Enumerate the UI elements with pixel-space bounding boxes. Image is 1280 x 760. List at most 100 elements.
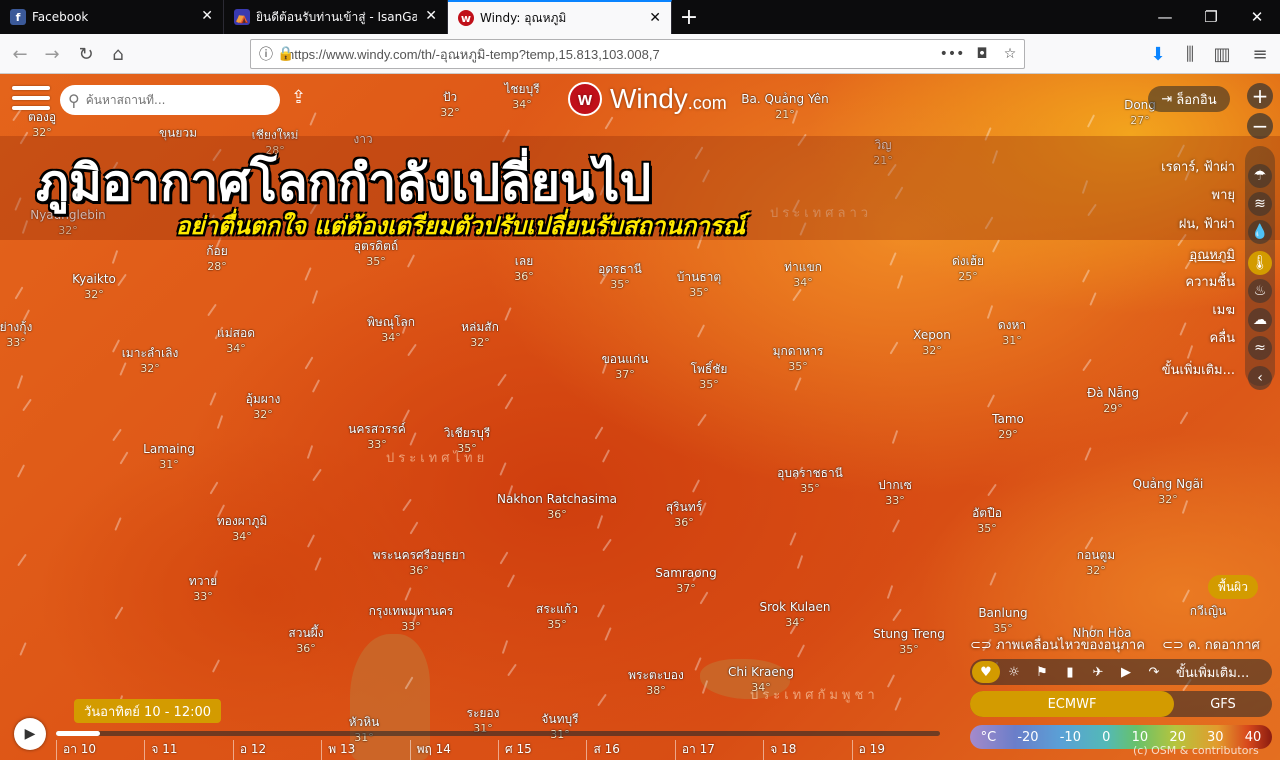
menu-icon[interactable]: ≡ [1246, 40, 1274, 68]
city-label[interactable]: จันทบุรี31° [541, 712, 578, 742]
city-label[interactable]: ดงหา 31° [998, 318, 1026, 348]
cloud-icon[interactable]: ☁ [1248, 308, 1272, 332]
timeline-day[interactable]: อา 17 [674, 740, 763, 760]
chevron-left-icon[interactable]: ‹ [1248, 366, 1272, 390]
tab-windy[interactable]: w Windy: อุณหภูมิ ✕ [448, 0, 672, 34]
city-label[interactable]: Stung Treng 35° [873, 627, 945, 657]
city-label[interactable]: ทองผาภูมิ 34° [217, 514, 268, 544]
city-label[interactable]: Xepon 32° [913, 328, 951, 358]
url-bar[interactable]: ⓘ 🔒 https://www.windy.com/th/-อุณหภูมิ-t… [250, 39, 1025, 69]
city-label[interactable]: ทวาย 33° [189, 574, 217, 604]
downloads-icon[interactable]: ⬇ [1144, 40, 1172, 68]
city-label[interactable]: ไชยบุรี 34° [504, 82, 539, 112]
play-icon[interactable]: ▶ [14, 718, 46, 750]
search-box[interactable]: ⚲ [60, 85, 280, 115]
bookmark-star-icon[interactable]: ☆ [1001, 45, 1019, 63]
rain-icon[interactable]: 💧 [1248, 220, 1272, 244]
layer-chevron-left[interactable]: ขั้นเพิ่มเติม... [1162, 359, 1235, 380]
airplane-icon[interactable]: ✈ [1084, 661, 1112, 683]
city-label[interactable]: ปากเซ 33° [878, 478, 912, 508]
city-label[interactable]: ท่าแขก 34° [784, 260, 822, 290]
city-label[interactable]: แม่สอด 34° [217, 326, 255, 356]
city-label[interactable]: โพธิ์ชัย 35° [691, 362, 728, 392]
layer-waves[interactable]: คลื่น [1209, 327, 1235, 348]
new-tab-button[interactable]: + [672, 0, 706, 34]
city-label[interactable]: Tamo 29° [992, 412, 1024, 442]
timeline-day[interactable]: พ 13 [321, 740, 409, 760]
layer-rain[interactable]: ฝน, ฟ้าผ่า [1179, 213, 1235, 234]
timeline-day[interactable]: อา 10 [56, 740, 144, 760]
city-label[interactable]: หล่มสัก 32° [461, 320, 499, 350]
timeline-bar[interactable] [56, 731, 940, 736]
back-icon[interactable]: ← [6, 40, 34, 68]
city-label[interactable]: กรุงเทพมหานคร 33° [369, 604, 454, 634]
humidity-icon[interactable]: ♨ [1248, 279, 1272, 303]
close-tab-icon[interactable]: ✕ [201, 9, 213, 23]
particle-animation-toggle[interactable]: ⊂⊃ ภาพเคลื่อนไหวของอนุภาค [970, 634, 1145, 655]
close-tab-icon[interactable]: ✕ [649, 11, 661, 25]
hamburger-menu-icon[interactable] [12, 86, 50, 116]
city-label[interactable]: อัตปือ 35° [972, 506, 1002, 536]
isolines-toggle[interactable]: ⊂⊃ ค. กดอากาศ [1162, 634, 1260, 655]
city-label[interactable]: Samraong 37° [655, 566, 717, 596]
layer-cloud[interactable]: เมฆ [1212, 299, 1235, 320]
timeline-day[interactable]: พฤ 14 [409, 740, 498, 760]
city-label[interactable]: Srok Kulaen 34° [760, 600, 831, 630]
info-icon[interactable]: ⓘ [257, 45, 275, 63]
sun-cloud-icon[interactable]: ☼ [1000, 661, 1028, 683]
thermometer-small-icon[interactable]: ▮ [1056, 661, 1084, 683]
city-label[interactable]: Nakhon Ratchasima 36° [497, 492, 617, 522]
login-button[interactable]: ⇥ ล็อกอิน [1148, 86, 1230, 112]
wind-icon[interactable]: ≋ [1248, 192, 1272, 216]
tab-isangate[interactable]: ⛺ ยินดีต้อนรับท่านเข้าสู่ - IsanGate : ✕ [224, 0, 448, 34]
model-ecmwf[interactable]: ECMWF [970, 691, 1174, 717]
share-icon[interactable]: ⇪ [291, 87, 317, 111]
timeline-day[interactable]: ศ 15 [498, 740, 586, 760]
city-label[interactable]: ก้อย 28° [206, 244, 228, 274]
timeline-day[interactable]: ส 16 [586, 740, 674, 760]
restore-icon[interactable]: ❐ [1188, 0, 1234, 34]
city-label[interactable]: Đà Nẵng 29° [1087, 386, 1139, 416]
heart-icon[interactable]: ♥ [972, 661, 1000, 683]
city-label[interactable]: Chi Kraeng 34° [728, 665, 794, 695]
city-label[interactable]: นครสวรรค์ 33° [348, 422, 406, 452]
weather-map[interactable]: ประเทศลาว ประเทศไทย ประเทศกัมพูชา ตองอู 3… [0, 74, 1280, 760]
timeline-day[interactable]: จ 11 [144, 740, 232, 760]
pocket-icon[interactable]: ◘ [973, 45, 991, 63]
current-time-bubble[interactable]: วันอาทิตย์ 10 - 12:00 [74, 699, 222, 723]
city-label[interactable]: Ba. Quảng Yên 21° [741, 92, 828, 122]
page-actions-icon[interactable]: ••• [940, 45, 965, 63]
map-attribution[interactable]: (c) OSM & contributors [1133, 744, 1259, 757]
waves-icon[interactable]: ≈ [1248, 336, 1272, 360]
window-close-icon[interactable]: ✕ [1234, 0, 1280, 34]
city-label[interactable]: พระตะบอง 38° [628, 668, 684, 698]
city-label[interactable]: พระนครศรีอยุธยา 36° [373, 548, 466, 578]
sidebar-icon[interactable]: ▥ [1208, 40, 1236, 68]
city-label[interactable]: สวนผึ้ง 36° [288, 626, 323, 656]
city-label[interactable]: บ้านธาตุ 35° [677, 270, 721, 300]
webcam-icon[interactable]: ▶ [1112, 661, 1140, 683]
city-label[interactable]: สุรินทร์ 36° [666, 500, 702, 530]
model-gfs[interactable]: GFS [1174, 691, 1272, 717]
city-label[interactable]: ขอนแก่น 37° [602, 352, 649, 382]
city-label[interactable]: กอนตูม 32° [1077, 548, 1115, 578]
tab-facebook[interactable]: f Facebook ✕ [0, 0, 224, 34]
layer-radar[interactable]: เรดาร์, ฟ้าผ่า [1161, 156, 1235, 177]
city-label[interactable]: กวีเญิน [1190, 604, 1227, 619]
city-label[interactable]: Kyaikto 32° [72, 272, 116, 302]
city-label[interactable]: เลย 36° [514, 254, 534, 284]
city-label[interactable]: ปัว 32° [440, 90, 460, 120]
city-label[interactable]: อุดรธานี 35° [598, 262, 642, 292]
wind-gust-icon[interactable]: ↷ [1140, 661, 1168, 683]
library-icon[interactable]: ⫼ [1176, 40, 1204, 68]
city-label[interactable]: วิเชียรบุรี 35° [444, 426, 491, 456]
timeline-day[interactable]: จ 18 [763, 740, 851, 760]
timeline-day[interactable]: อ 12 [232, 740, 321, 760]
minimize-icon[interactable]: — [1142, 0, 1188, 34]
timeline-day[interactable]: อ 19 [851, 740, 940, 760]
home-icon[interactable]: ⌂ [104, 40, 132, 68]
flag-icon[interactable]: ⚑ [1028, 661, 1056, 683]
zoom-out-button[interactable]: − [1247, 113, 1273, 139]
layer-humidity[interactable]: ความชื้น [1185, 271, 1235, 292]
city-label[interactable]: อุบลราชธานี 35° [777, 466, 843, 496]
